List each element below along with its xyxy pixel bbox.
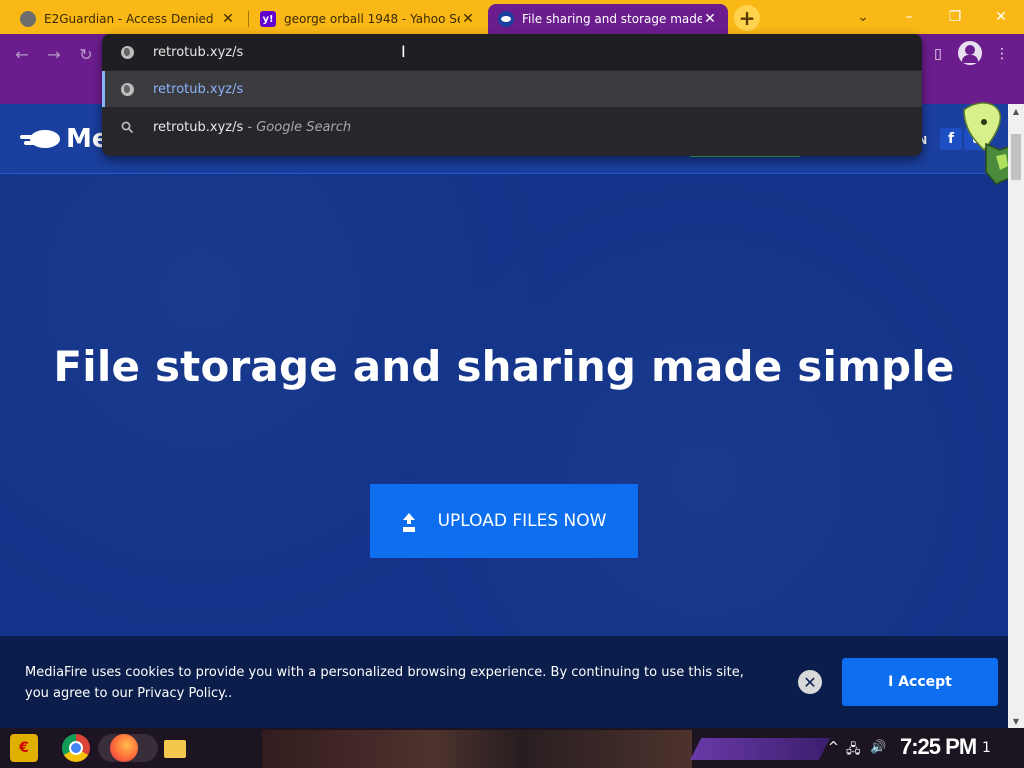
upload-button-label: UPLOAD FILES NOW [437,511,607,531]
back-button[interactable]: ← [10,42,34,66]
chrome-icon[interactable] [62,734,90,762]
profile-avatar[interactable] [958,41,982,65]
hero-title: File storage and sharing made simple [53,342,955,391]
network-icon[interactable]: 🖧 [846,740,861,762]
cookie-banner: MediaFire uses cookies to provide you wi… [0,636,1008,728]
restore-button[interactable]: ❐ [932,0,978,34]
tab-title: File sharing and storage made s [522,12,702,26]
page-scrollbar[interactable]: ▲ ▼ [1008,104,1024,728]
suggestion-text: retrotub.xyz/s [153,119,244,135]
web-page: Me N f t File storage and sharing made s… [0,104,1008,728]
tab-strip: E2Guardian - Access Denied ✕ y! george o… [0,0,1024,34]
search-icon [119,119,135,135]
close-icon[interactable]: ✕ [702,11,718,27]
cookie-text: MediaFire uses cookies to provide you wi… [25,665,744,701]
taskbar-wallpaper [262,730,692,768]
reload-button[interactable]: ↻ [74,42,98,66]
screen: E2Guardian - Access Denied ✕ y! george o… [0,0,1024,768]
globe-icon [20,11,36,27]
file-explorer-icon[interactable] [164,740,186,758]
menu-icon[interactable]: ⋮ [990,42,1014,66]
tray-chevron-icon[interactable]: ^ [828,740,839,755]
upload-files-button[interactable]: UPLOAD FILES NOW [370,484,638,558]
new-tab-button[interactable]: + [734,5,760,31]
close-window-button[interactable]: ✕ [978,0,1024,34]
forward-button[interactable]: → [42,42,66,66]
close-icon[interactable]: ✕ [220,11,236,27]
mediafire-logo-icon [20,127,62,151]
start-button[interactable]: € [10,734,38,762]
taskbar-ornament [690,738,830,760]
address-bar[interactable]: retrotub.xyz/s [102,34,922,70]
omnibox-suggestion[interactable]: retrotub.xyz/s [102,71,922,107]
tab-e2guardian[interactable]: E2Guardian - Access Denied ✕ [10,4,246,34]
accept-cookies-button[interactable]: I Accept [842,658,998,706]
notification-icon[interactable]: 1 [982,740,1002,758]
globe-icon [119,44,135,60]
tab-separator [248,11,249,27]
scroll-down-arrow-icon[interactable]: ▼ [1008,714,1024,728]
omnibox-suggestion[interactable]: retrotub.xyz/s - Google Search [102,109,922,145]
tab-mediafire[interactable]: File sharing and storage made s ✕ [488,4,728,34]
text-cursor-icon: I [401,42,406,61]
mediafire-icon [498,11,514,27]
volume-icon[interactable]: 🔊 [870,740,886,755]
scroll-thumb[interactable] [1011,134,1021,180]
suggestion-text: retrotub.xyz/s [153,81,244,97]
globe-icon [119,81,135,97]
upload-icon [402,513,416,529]
minimize-button[interactable]: – [886,0,932,34]
suggestion-hint: - Google Search [243,119,352,135]
side-panel-icon[interactable]: ▯ [926,42,950,66]
taskbar-clock[interactable]: 7:25 PM [900,734,977,760]
close-icon[interactable]: ✕ [460,11,476,27]
tab-yahoo[interactable]: y! george orball 1948 - Yahoo Sea ✕ [250,4,486,34]
yahoo-icon: y! [260,11,276,27]
firefox-icon[interactable] [110,734,138,762]
scroll-up-arrow-icon[interactable]: ▲ [1008,104,1024,118]
tab-search-button[interactable]: ⌄ [840,0,886,34]
tab-title: george orball 1948 - Yahoo Sea [284,12,460,26]
tab-title: E2Guardian - Access Denied [44,12,214,26]
close-icon[interactable]: ✕ [798,670,822,694]
address-input[interactable]: retrotub.xyz/s [153,45,243,60]
omnibox-dropdown: retrotub.xyz/s retrotub.xyz/s retrotub.x… [102,34,922,156]
mediafire-logo[interactable]: Me [20,124,110,154]
